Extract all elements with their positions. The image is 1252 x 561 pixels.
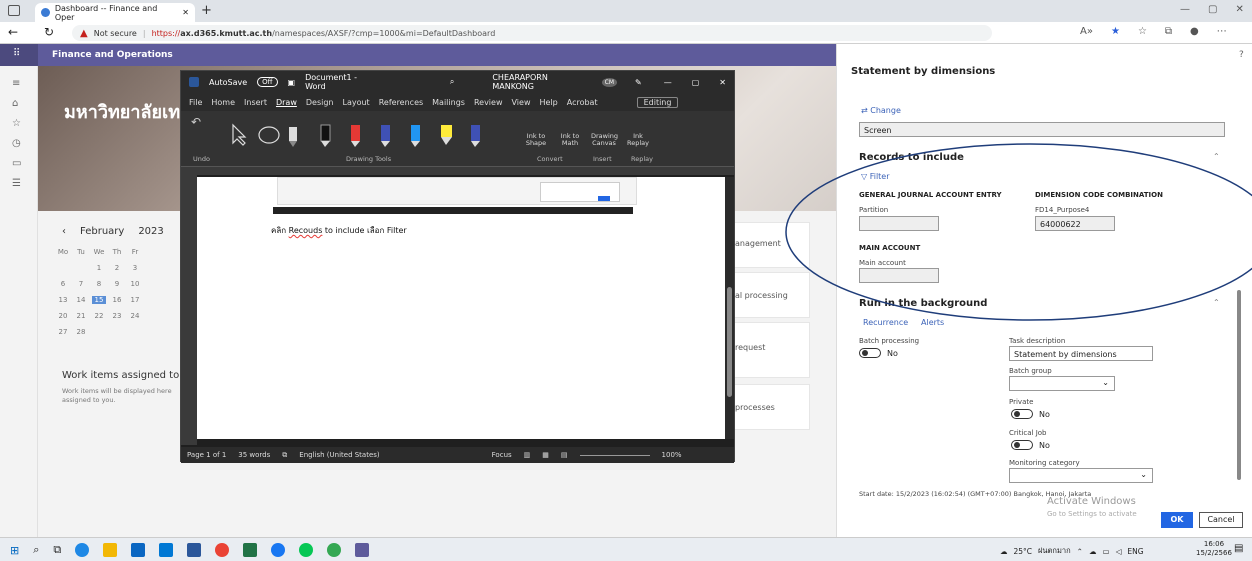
clock-date: 15/2/2566 bbox=[1196, 549, 1232, 557]
taskbar-search-icon[interactable]: ⌕ bbox=[33, 543, 39, 557]
clock[interactable]: 16:06 15/2/2566 bbox=[1196, 540, 1232, 558]
clock-time: 16:06 bbox=[1203, 540, 1225, 548]
system-tray: ☁ 25°C ฝนตกมาก ⌃ ☁ ▭ ◁ ENG bbox=[1000, 545, 1144, 557]
excel-taskbar-icon[interactable] bbox=[243, 543, 258, 557]
facebook-taskbar-icon[interactable] bbox=[271, 543, 286, 557]
volume-icon[interactable]: ◁ bbox=[1116, 547, 1122, 556]
windows-taskbar: ⊞ ⌕ ⧉ ☁ 25°C ฝนตกมาก ⌃ ☁ ▭ ◁ ENG 16:06 1… bbox=[0, 537, 1252, 561]
calendar-taskbar-icon[interactable] bbox=[131, 543, 146, 557]
weather-text[interactable]: ฝนตกมาก bbox=[1038, 545, 1071, 557]
word-taskbar-icon[interactable] bbox=[187, 543, 202, 557]
chrome-taskbar-icon[interactable] bbox=[215, 543, 230, 557]
mail-taskbar-icon[interactable] bbox=[159, 543, 174, 557]
weather-icon[interactable]: ☁ bbox=[1000, 547, 1008, 556]
ax-taskbar-icon[interactable] bbox=[355, 543, 370, 557]
tray-chevron-icon[interactable]: ⌃ bbox=[1077, 547, 1083, 556]
edge-taskbar-icon[interactable] bbox=[75, 543, 90, 557]
task-view-icon[interactable]: ⧉ bbox=[53, 543, 61, 557]
network-icon[interactable]: ▭ bbox=[1102, 547, 1109, 556]
explorer-taskbar-icon[interactable] bbox=[103, 543, 118, 557]
chrome2-taskbar-icon[interactable] bbox=[327, 543, 342, 557]
start-icon[interactable]: ⊞ bbox=[10, 544, 19, 557]
onedrive-icon[interactable]: ☁ bbox=[1089, 547, 1097, 556]
annotation-ellipse bbox=[785, 143, 1252, 321]
language-label[interactable]: ENG bbox=[1127, 547, 1143, 556]
weather-temp[interactable]: 25°C bbox=[1014, 547, 1033, 556]
notification-icon[interactable]: ▤ bbox=[1234, 543, 1243, 554]
taskbar-apps: ⊞ ⌕ ⧉ bbox=[10, 543, 370, 557]
line-taskbar-icon[interactable] bbox=[299, 543, 314, 557]
